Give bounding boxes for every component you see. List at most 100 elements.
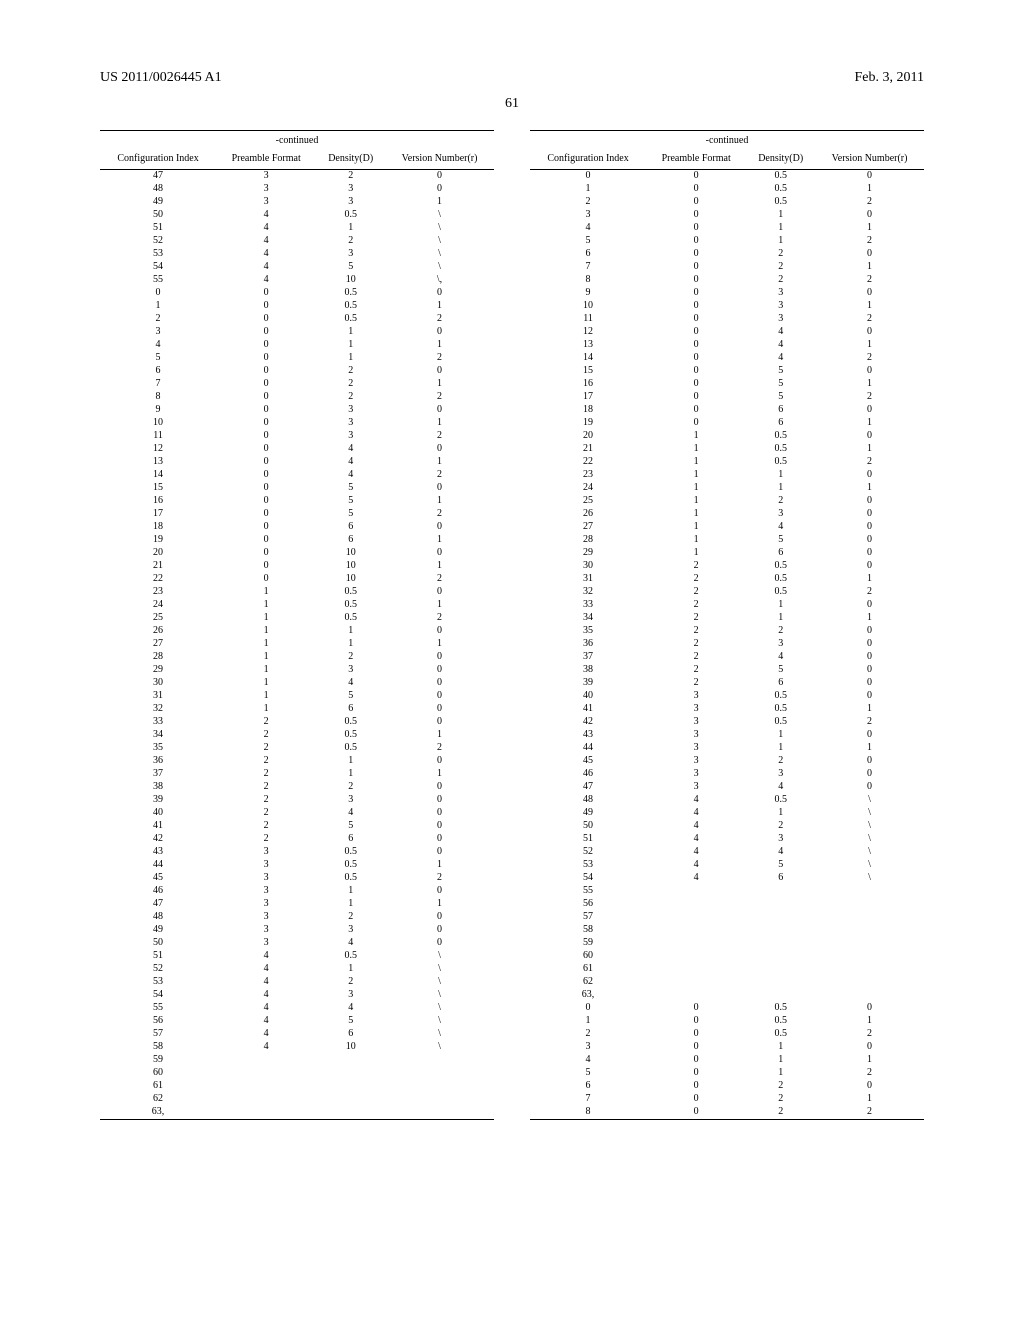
table-cell: 0.5 xyxy=(746,456,815,469)
col-header-density: Density(D) xyxy=(746,150,815,170)
table-cell: \ xyxy=(385,1041,494,1054)
table-cell: 18 xyxy=(100,521,216,534)
table-row: 62 xyxy=(100,1093,494,1106)
table-cell: 0.5 xyxy=(316,716,385,729)
table-cell: 4 xyxy=(216,1028,316,1041)
table-row: 4330.50 xyxy=(100,846,494,859)
table-cell: 2 xyxy=(746,495,815,508)
table-cell: 0 xyxy=(815,469,924,482)
table-cell xyxy=(746,976,815,989)
table-row: 5343\ xyxy=(100,248,494,261)
table-row: 61 xyxy=(100,1080,494,1093)
table-cell: 20 xyxy=(100,547,216,560)
table-cell: 14 xyxy=(530,352,646,365)
table-cell: 0 xyxy=(385,703,494,716)
table-cell: 0 xyxy=(385,716,494,729)
table-cell: 1 xyxy=(385,378,494,391)
table-cell: 2 xyxy=(746,261,815,274)
table-cell: 1 xyxy=(316,755,385,768)
table-row: 100.51 xyxy=(530,183,924,196)
table-cell: 2 xyxy=(646,586,746,599)
table-row: 4011 xyxy=(530,1054,924,1067)
table-cell xyxy=(646,950,746,963)
table-cell: \ xyxy=(385,261,494,274)
table-cell: 2 xyxy=(385,469,494,482)
table-cell: 0 xyxy=(385,521,494,534)
table-cell xyxy=(815,911,924,924)
table-cell: 61 xyxy=(530,963,646,976)
table-cell: 1 xyxy=(216,690,316,703)
table-cell: 0 xyxy=(385,183,494,196)
table-cell: 3 xyxy=(216,872,316,885)
table-row: 25120 xyxy=(530,495,924,508)
table-cell: 57 xyxy=(100,1028,216,1041)
table-cell: 4 xyxy=(216,1015,316,1028)
table-cell: 1 xyxy=(385,534,494,547)
table-cell: 1 xyxy=(385,300,494,313)
table-cell: 0 xyxy=(646,339,746,352)
table-cell: 3 xyxy=(216,196,316,209)
table-cell: 46 xyxy=(530,768,646,781)
table-cell xyxy=(815,989,924,1002)
table-cell: 1 xyxy=(316,898,385,911)
table-cell: 0 xyxy=(646,274,746,287)
table-cell: 0 xyxy=(216,469,316,482)
table-cell: 47 xyxy=(100,898,216,911)
col-header-density: Density(D) xyxy=(316,150,385,170)
table-cell: 4 xyxy=(216,963,316,976)
table-cell: 0 xyxy=(216,482,316,495)
table-cell: 0.5 xyxy=(746,690,815,703)
table-cell: 0 xyxy=(216,404,316,417)
table-cell: 4 xyxy=(530,1054,646,1067)
table-cell: 12 xyxy=(530,326,646,339)
table-cell: 4 xyxy=(746,846,815,859)
table-row: 41250 xyxy=(100,820,494,833)
table-cell: 41 xyxy=(530,703,646,716)
table-cell: 5 xyxy=(746,859,815,872)
table-cell: 11 xyxy=(530,313,646,326)
table-cell: 6 xyxy=(316,703,385,716)
table-row: 3320.50 xyxy=(100,716,494,729)
table-cell: 0 xyxy=(216,443,316,456)
table-cell xyxy=(316,1106,385,1120)
table-cell: 29 xyxy=(100,664,216,677)
table-cell: \ xyxy=(385,963,494,976)
table-cell: 0 xyxy=(815,248,924,261)
table-cell: 0 xyxy=(815,170,924,184)
table-cell: 46 xyxy=(100,885,216,898)
table-cell: 1 xyxy=(646,430,746,443)
table-row: 27140 xyxy=(530,521,924,534)
table-row: 8022 xyxy=(530,274,924,287)
left-table-body: 4732048330493315040.5\5141\5242\5343\544… xyxy=(100,170,494,1120)
table-row: 39230 xyxy=(100,794,494,807)
table-cell xyxy=(385,1093,494,1106)
table-cell: 0 xyxy=(815,326,924,339)
table-row: 5445\ xyxy=(100,261,494,274)
table-row: 19061 xyxy=(100,534,494,547)
table-cell: \ xyxy=(385,950,494,963)
table-cell: 2 xyxy=(815,1106,924,1120)
table-row: 4840.5\ xyxy=(530,794,924,807)
table-cell: 3 xyxy=(746,287,815,300)
table-cell: 0.5 xyxy=(746,430,815,443)
table-cell: 1 xyxy=(316,638,385,651)
table-cell: 1 xyxy=(815,703,924,716)
table-cell: 23 xyxy=(100,586,216,599)
table-cell: 3 xyxy=(746,768,815,781)
table-row: 000.50 xyxy=(100,287,494,300)
table-cell: 0 xyxy=(815,430,924,443)
table-row: 47320 xyxy=(100,170,494,184)
table-cell: 2 xyxy=(815,196,924,209)
table-cell: 62 xyxy=(530,976,646,989)
table-cell: 61 xyxy=(100,1080,216,1093)
table-cell: \ xyxy=(385,1028,494,1041)
table-cell xyxy=(815,885,924,898)
table-row: 48320 xyxy=(100,911,494,924)
table-cell: 3 xyxy=(316,196,385,209)
table-row: 200.52 xyxy=(100,313,494,326)
table-row: 63, xyxy=(530,989,924,1002)
table-cell: 4 xyxy=(316,443,385,456)
table-row: 14042 xyxy=(530,352,924,365)
table-row: 4011 xyxy=(530,222,924,235)
table-cell: 2 xyxy=(746,820,815,833)
